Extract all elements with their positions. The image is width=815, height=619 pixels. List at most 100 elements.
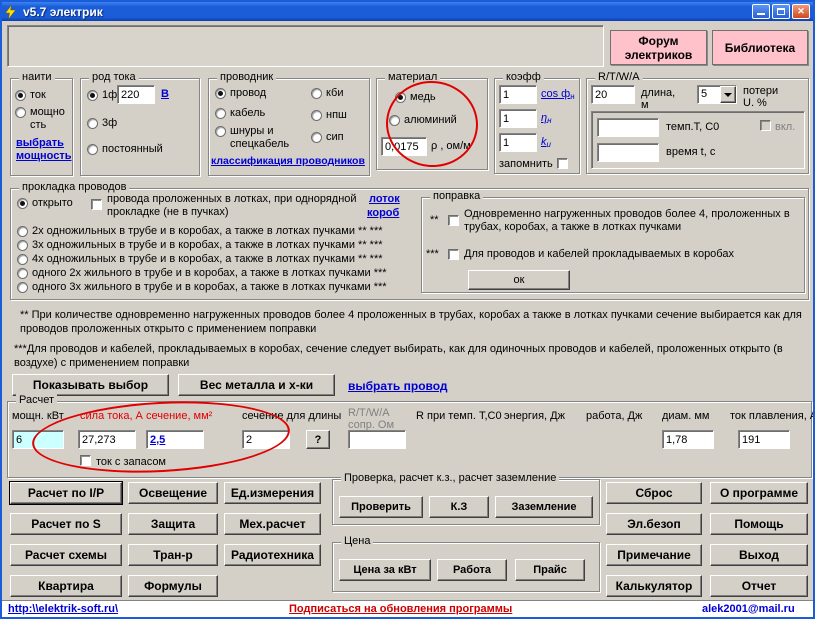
check-button[interactable]: Проверить — [339, 496, 423, 518]
transformer-button[interactable]: Тран-р — [128, 544, 218, 566]
resist-field[interactable] — [348, 430, 406, 449]
work-label: работа, Дж — [586, 410, 642, 422]
k-label[interactable]: kи — [541, 136, 551, 149]
units-button[interactable]: Ед.измерения — [224, 482, 321, 504]
length-label: длина, м — [641, 87, 685, 111]
calc-scheme-button[interactable]: Расчет схемы — [10, 544, 122, 566]
aluminum-label: алюминий — [404, 114, 457, 127]
price-list-button[interactable]: Прайс — [515, 559, 585, 581]
reserve-label: ток с запасом — [96, 456, 166, 468]
tray-link[interactable]: лоток — [369, 193, 400, 205]
formulas-button[interactable]: Формулы — [128, 575, 218, 597]
protection-button[interactable]: Защита — [128, 513, 218, 535]
calc-ip-button[interactable]: Расчет по I/P — [10, 482, 122, 504]
correction-group: поправка ** Одновременно нагруженных про… — [421, 197, 805, 293]
work-price-button[interactable]: Работа — [437, 559, 507, 581]
minimize-button[interactable] — [752, 4, 770, 19]
calculator-button[interactable]: Калькулятор — [606, 575, 702, 597]
volt-link[interactable]: В — [161, 88, 169, 100]
sip-radio[interactable] — [311, 132, 322, 143]
calc-s-button[interactable]: Расчет по S — [10, 513, 122, 535]
resistivity-input[interactable] — [381, 137, 427, 156]
copper-radio[interactable] — [395, 92, 406, 103]
phase3-radio[interactable] — [87, 118, 98, 129]
temp-input[interactable] — [597, 118, 659, 137]
radio-tech-button[interactable]: Радиотехника — [224, 544, 321, 566]
dc-label: постоянный — [102, 143, 163, 156]
temp-on-checkbox[interactable] — [760, 120, 771, 131]
chevron-down-icon[interactable] — [720, 86, 736, 103]
power-input[interactable] — [12, 430, 64, 449]
laying-option-radio-3[interactable] — [17, 254, 28, 265]
remember-checkbox[interactable] — [557, 158, 568, 169]
library-button[interactable]: Библиотека — [712, 30, 808, 65]
choose-power-link[interactable]: выбрать мощность — [16, 137, 68, 163]
grounding-button[interactable]: Заземление — [495, 496, 593, 518]
wire-radio[interactable] — [215, 88, 226, 99]
note-button[interactable]: Примечание — [606, 544, 702, 566]
eta-input[interactable] — [499, 109, 537, 128]
cords-radio[interactable] — [215, 126, 226, 137]
help-button[interactable]: Помощь — [710, 513, 808, 535]
short-circuit-button[interactable]: К.З — [429, 496, 489, 518]
mech-calc-button[interactable]: Мех.расчет — [224, 513, 321, 535]
tray-checkbox[interactable] — [91, 199, 102, 210]
find-current-radio[interactable] — [15, 90, 26, 101]
current-result-field[interactable] — [78, 430, 136, 449]
loss-select[interactable]: 5 — [697, 85, 737, 104]
correction-checkbox-1[interactable] — [448, 215, 459, 226]
k-input[interactable] — [499, 133, 537, 152]
find-power-radio[interactable] — [15, 107, 26, 118]
email-link[interactable]: alek2001@mail.ru — [702, 603, 795, 615]
lighting-button[interactable]: Освещение — [128, 482, 218, 504]
laying-option-radio-2[interactable] — [17, 240, 28, 251]
price-kwt-button[interactable]: Цена за кВт — [339, 559, 431, 581]
length-input[interactable] — [591, 85, 635, 104]
maximize-button[interactable] — [772, 4, 790, 19]
laying-option-radio-4[interactable] — [17, 268, 28, 279]
open-laying-radio[interactable] — [17, 198, 28, 209]
note-stars2: ** При количестве одновременно нагруженн… — [20, 308, 804, 336]
section-length-input[interactable] — [242, 430, 290, 449]
show-choice-button[interactable]: Показывать выбор — [12, 374, 169, 396]
material-group: материал медь алюминий ρ , ом/м — [376, 78, 488, 170]
close-button[interactable] — [792, 4, 810, 19]
laying-option-radio-1[interactable] — [17, 226, 28, 237]
rtwa-legend: R/T/W/A — [595, 71, 643, 83]
site-link[interactable]: http:\\elektrik-soft.ru\ — [8, 603, 118, 615]
laying-option-radio-5[interactable] — [17, 282, 28, 293]
about-button[interactable]: О программе — [710, 482, 808, 504]
dc-radio[interactable] — [87, 144, 98, 155]
forum-button[interactable]: Форум электриков — [610, 30, 707, 65]
choose-wire-link[interactable]: выбрать провод — [348, 379, 448, 393]
diam-field[interactable] — [662, 430, 714, 449]
cos-label[interactable]: cos фн — [541, 88, 575, 101]
classification-link[interactable]: классификация проводников — [211, 155, 365, 167]
laying-group: прокладка проводов открыто провода проло… — [10, 188, 809, 300]
metal-weight-button[interactable]: Вес металла и х-ки — [178, 374, 335, 396]
report-button[interactable]: Отчет — [710, 575, 808, 597]
box-link[interactable]: короб — [367, 207, 399, 219]
eta-label[interactable]: ηн — [541, 112, 552, 125]
apartment-button[interactable]: Квартира — [10, 575, 122, 597]
exit-button[interactable]: Выход — [710, 544, 808, 566]
aluminum-radio[interactable] — [389, 115, 400, 126]
cable-radio[interactable] — [215, 108, 226, 119]
correction-checkbox-2[interactable] — [448, 249, 459, 260]
section-result-field[interactable] — [146, 430, 204, 449]
correction-ok-button[interactable]: ок — [468, 270, 570, 290]
melt-field[interactable] — [738, 430, 790, 449]
voltage-input[interactable] — [117, 85, 155, 104]
time-input[interactable] — [597, 143, 659, 162]
phase1-radio[interactable] — [87, 90, 98, 101]
app-window: v5.7 электрик Форум электриков Библиотек… — [0, 0, 815, 619]
electrical-safety-button[interactable]: Эл.безоп — [606, 513, 702, 535]
subscribe-link[interactable]: Подписаться на обновления программы — [289, 603, 512, 615]
reserve-checkbox[interactable] — [80, 455, 91, 466]
cos-input[interactable] — [499, 85, 537, 104]
top-panel — [7, 25, 604, 67]
kbi-radio[interactable] — [311, 88, 322, 99]
npsh-radio[interactable] — [311, 110, 322, 121]
help-question-button[interactable]: ? — [306, 430, 330, 449]
reset-button[interactable]: Сброс — [606, 482, 702, 504]
